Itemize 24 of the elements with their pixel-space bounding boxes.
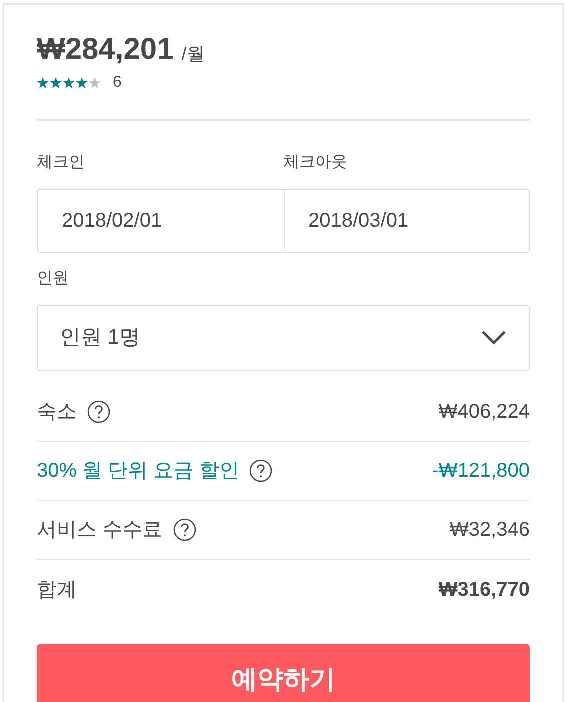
star-icon [63, 77, 75, 89]
field-label: 인원 [37, 269, 70, 289]
line-label: 서비스 수수료 [37, 518, 163, 543]
line-amount: ₩32,346 [450, 518, 530, 543]
price-unit: /월 [182, 45, 205, 65]
star-icon [37, 77, 49, 89]
field-label: 체크인 [37, 153, 86, 173]
guests-dropdown[interactable]: 인원 1명 [37, 305, 530, 371]
chevron-down-icon [481, 330, 507, 346]
help-icon[interactable] [249, 459, 274, 483]
help-icon[interactable] [172, 518, 197, 542]
line-label: 30% 월 단위 요금 할인 [37, 459, 240, 484]
line-amount: -₩121,800 [432, 459, 530, 484]
line-label: 숙소 [37, 400, 77, 425]
line-label: 합계 [37, 578, 77, 602]
field-label: 체크아웃 [284, 153, 348, 173]
line-amount: ₩316,770 [438, 578, 530, 602]
help-icon[interactable] [87, 400, 111, 424]
line-amount: ₩406,224 [438, 400, 530, 425]
price: ₩284,201 [37, 35, 174, 65]
star-icon [50, 77, 62, 89]
star-icon [89, 77, 101, 89]
review-count: 6 [113, 73, 122, 93]
star-icon [76, 77, 88, 89]
